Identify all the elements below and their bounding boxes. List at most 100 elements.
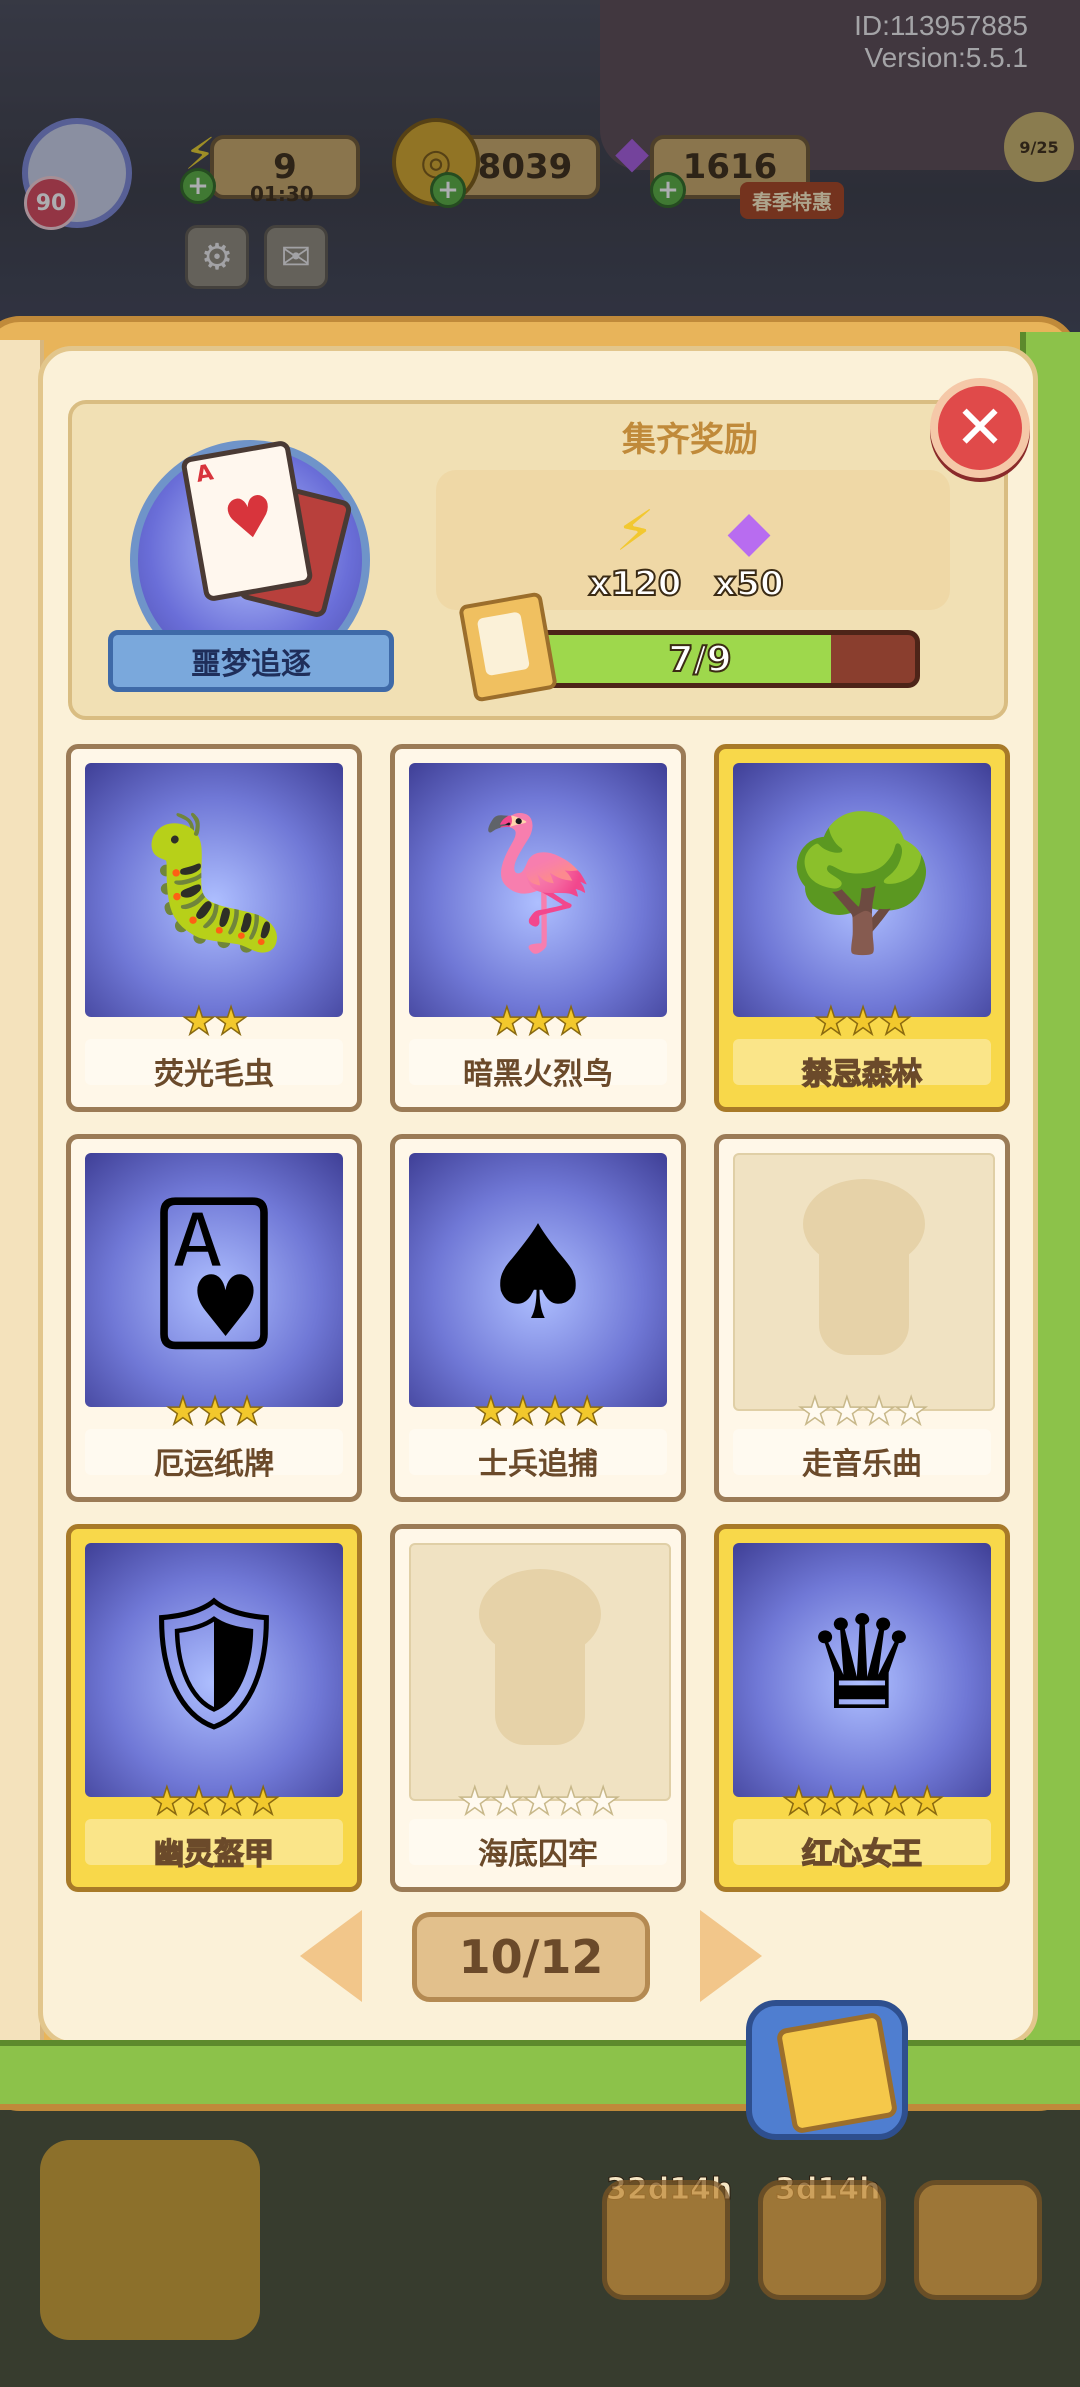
card-name: 荧光毛虫 [154,1057,274,1092]
energy-button[interactable] [40,2140,260,2340]
close-button[interactable]: ✕ [930,378,1030,478]
card-star-rating: ★★ [71,999,357,1043]
star-filled-icon: ★ [521,999,557,1043]
card-pack-button[interactable] [746,2000,908,2140]
card-star-rating: ★★★ [71,1389,357,1433]
reward-quantity: x50 [713,563,784,605]
card-art: 🛡 [85,1543,343,1797]
star-filled-icon: ★ [229,1389,265,1433]
card-soldiers-icon: ♠ [479,1197,597,1349]
dark-forest-icon: 🌳 [781,807,943,959]
heart-card-icon: 🂱 [147,1197,281,1349]
star-filled-icon: ★ [909,1779,945,1823]
collection-card[interactable]: 🐛 ★★ 荧光毛虫 [66,744,362,1112]
star-empty-icon: ★ [457,1779,493,1823]
knight-armor-icon: 🛡 [131,1587,297,1739]
card-art: 🐛 [85,763,343,1017]
star-filled-icon: ★ [537,1389,573,1433]
card-art: 🦩 [409,763,667,1017]
star-filled-icon: ★ [149,1779,185,1823]
next-page-button[interactable] [700,1910,762,2002]
previous-page-button[interactable] [300,1910,362,2002]
star-filled-icon: ★ [213,1779,249,1823]
card-name: 士兵追捕 [478,1447,598,1482]
reward-energy: ⚡ x120 [580,499,690,606]
card-art: ♠ [409,1153,667,1407]
card-name: 幽灵盔甲 [153,1836,275,1873]
star-empty-icon: ★ [829,1389,865,1433]
card-name: 海底囚牢 [478,1837,598,1872]
silhouette-icon [803,1179,925,1355]
star-empty-icon: ★ [797,1389,833,1433]
star-filled-icon: ★ [781,1779,817,1823]
card-star-rating: ★★★★ [71,1779,357,1823]
silhouette-icon [479,1569,601,1745]
album-book-bottom [0,2040,1080,2110]
star-empty-icon: ★ [521,1779,557,1823]
page-indicator: 10/12 [412,1912,650,2002]
caterpillar-on-mushroom-icon: 🐛 [133,807,295,959]
card-star-rating: ★★★ [719,999,1005,1043]
card-star-rating: ★★★ [395,999,681,1043]
star-empty-icon: ★ [585,1779,621,1823]
star-filled-icon: ★ [213,999,249,1043]
event-button-1[interactable] [602,2180,730,2300]
star-empty-icon: ★ [489,1779,525,1823]
card-pack-icon [775,2011,899,2135]
reward-box [436,470,950,610]
reward-quantity: x120 [588,563,683,605]
collection-progress-text: 7/9 [667,638,732,681]
card-star-rating: ★★★★★ [719,1779,1005,1823]
collection-card[interactable]: 🛡 ★★★★ 幽灵盔甲 [66,1524,362,1892]
star-filled-icon: ★ [181,1779,217,1823]
album-name: 噩梦追逐 [108,630,394,692]
collection-card[interactable]: 🦩 ★★★ 暗黑火烈鸟 [390,744,686,1112]
star-filled-icon: ★ [197,1389,233,1433]
card-art: ♛ [733,1543,991,1797]
star-filled-icon: ★ [505,1389,541,1433]
star-empty-icon: ★ [861,1389,897,1433]
star-filled-icon: ★ [245,1779,281,1823]
collection-card[interactable]: ♛ ★★★★★ 红心女王 [714,1524,1010,1892]
card-name: 禁忌森林 [801,1056,923,1093]
gem-icon: ◆ [727,499,771,564]
reward-title: 集齐奖励 [622,420,758,460]
collection-card[interactable]: 🂱 ★★★ 厄运纸牌 [66,1134,362,1502]
flamingo-icon: 🦩 [457,807,619,959]
star-filled-icon: ★ [569,1389,605,1433]
star-empty-icon: ★ [553,1779,589,1823]
card-name: 厄运纸牌 [154,1447,274,1482]
card-art: 🂱 [85,1153,343,1407]
collection-card[interactable]: ★★★★★ 海底囚牢 [390,1524,686,1892]
star-filled-icon: ★ [165,1389,201,1433]
queen-of-hearts-icon: ♛ [803,1587,921,1739]
collection-card[interactable]: ★★★★ 走音乐曲 [714,1134,1010,1502]
star-filled-icon: ★ [845,999,881,1043]
card-star-rating: ★★★★★ [395,1779,681,1823]
card-name: 红心女王 [801,1836,923,1873]
star-filled-icon: ★ [813,999,849,1043]
card-star-rating: ★★★★ [719,1389,1005,1433]
star-filled-icon: ★ [489,999,525,1043]
star-filled-icon: ★ [877,999,913,1043]
collection-card[interactable]: 🌳 ★★★ 禁忌森林 [714,744,1010,1112]
event-button-3[interactable] [914,2180,1042,2300]
collection-card[interactable]: ♠ ★★★★ 士兵追捕 [390,1134,686,1502]
star-filled-icon: ★ [181,999,217,1043]
card-star-rating: ★★★★ [395,1389,681,1433]
lightning-icon: ⚡ [615,499,655,564]
star-filled-icon: ★ [553,999,589,1043]
close-icon: ✕ [954,393,1006,463]
card-art [733,1153,995,1411]
reward-gems: ◆ x50 [694,499,804,606]
star-filled-icon: ★ [845,1779,881,1823]
star-filled-icon: ★ [473,1389,509,1433]
event-button-2[interactable] [758,2180,886,2300]
star-filled-icon: ★ [877,1779,913,1823]
card-name: 走音乐曲 [802,1447,922,1482]
card-art [409,1543,671,1801]
card-name: 暗黑火烈鸟 [463,1057,613,1092]
star-empty-icon: ★ [893,1389,929,1433]
card-art: 🌳 [733,763,991,1017]
star-filled-icon: ★ [813,1779,849,1823]
